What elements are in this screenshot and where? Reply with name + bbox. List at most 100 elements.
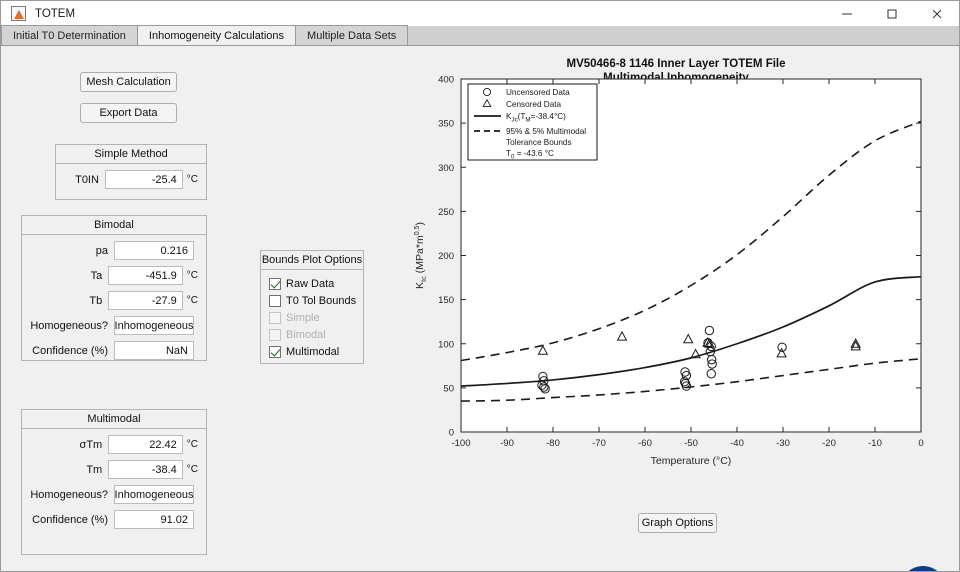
unit-t0in: °C <box>186 174 198 185</box>
checkbox-row-bimodal: Bimodal <box>269 326 357 343</box>
checkbox-row-t0-tol-bounds[interactable]: T0 Tol Bounds <box>269 292 357 309</box>
bimodal-title: Bimodal <box>22 216 206 235</box>
svg-text:50: 50 <box>443 383 454 394</box>
svg-text:-40: -40 <box>730 438 744 449</box>
label-multimodal: Multimodal <box>286 345 340 358</box>
label-tm: Tm <box>86 463 103 476</box>
unit-ta: °C <box>186 270 198 281</box>
main-content: Mesh Calculation Export Data Graph Optio… <box>1 47 959 571</box>
label-t0-tol-bounds: T0 Tol Bounds <box>286 294 357 307</box>
svg-text:-90: -90 <box>500 438 514 449</box>
svg-text:0: 0 <box>918 438 923 449</box>
window-controls <box>824 1 959 26</box>
input-t0in[interactable]: -25.4 <box>104 170 183 189</box>
svg-text:400: 400 <box>438 75 454 86</box>
field-row-multimodal-homogeneous: Homogeneous? Inhomogeneous <box>30 485 198 504</box>
svg-text:-100: -100 <box>451 438 470 449</box>
svg-text:-80: -80 <box>546 438 560 449</box>
input-tb[interactable]: -27.9 <box>108 291 183 310</box>
svg-text:-20: -20 <box>822 438 836 449</box>
svg-text:-30: -30 <box>776 438 790 449</box>
bimodal-body: pa 0.216 Ta -451.9 °C Tb -27.9 °C Homoge… <box>22 235 206 368</box>
simple-method-body: T0IN -25.4 °C <box>56 164 206 197</box>
svg-text:-10: -10 <box>868 438 882 449</box>
chart-plot-svg: -100 -90 -80 -70 -60 -50 -40 -30 -20 -10 005010015… <box>414 75 924 468</box>
svg-text:Uncensored Data: Uncensored Data <box>506 88 570 97</box>
nasa-meatball-logo: NASA <box>908 565 938 571</box>
svg-text:95% & 5% Multimodal: 95% & 5% Multimodal <box>506 127 586 136</box>
unit-tb: °C <box>186 295 198 306</box>
bounds-plot-options-panel: Bounds Plot Options Raw Data T0 Tol Boun… <box>260 250 364 364</box>
totem-application-window: TOTEM Initial T0 Determination Inhomogen… <box>0 0 960 572</box>
value-bimodal-confidence: NaN <box>114 341 194 360</box>
graph-options-button[interactable]: Graph Options <box>638 513 717 533</box>
totem-app-icon <box>11 6 26 21</box>
checkbox-t0-tol-bounds[interactable] <box>269 294 281 307</box>
multimodal-body: σTm 22.42 °C Tm -38.4 °C Homogeneous? In… <box>22 429 206 537</box>
label-bimodal-homogeneous: Homogeneous? <box>30 319 108 332</box>
maximize-icon[interactable] <box>869 1 914 26</box>
bounds-plot-options-body: Raw Data T0 Tol Bounds Simple Bimodal Mu… <box>261 270 363 365</box>
label-tb: Tb <box>89 294 103 307</box>
input-pa[interactable]: 0.216 <box>114 241 194 260</box>
export-data-button[interactable]: Export Data <box>80 103 177 123</box>
label-multimodal-confidence: Confidence (%) <box>32 513 108 526</box>
close-icon[interactable] <box>914 1 959 26</box>
value-multimodal-confidence: 91.02 <box>114 510 194 529</box>
label-sigma-tm: σTm <box>79 438 103 451</box>
simple-method-title: Simple Method <box>56 145 206 164</box>
label-t0in: T0IN <box>75 173 99 186</box>
checkbox-row-raw-data[interactable]: Raw Data <box>269 275 357 292</box>
unit-sigma-tm: °C <box>186 439 198 450</box>
field-row-bimodal-confidence: Confidence (%) NaN <box>30 341 198 360</box>
multimodal-panel: Multimodal σTm 22.42 °C Tm -38.4 °C Homo… <box>21 409 207 555</box>
field-row-pa: pa 0.216 <box>30 241 198 260</box>
mesh-calculation-button[interactable]: Mesh Calculation <box>80 72 177 92</box>
svg-text:Temperature (°C): Temperature (°C) <box>651 455 732 467</box>
bimodal-panel: Bimodal pa 0.216 Ta -451.9 °C Tb -27.9 °… <box>21 215 207 361</box>
svg-text:250: 250 <box>438 207 454 218</box>
value-bimodal-homogeneous: Inhomogeneous <box>114 316 194 335</box>
tab-multiple-data-sets[interactable]: Multiple Data Sets <box>296 25 409 45</box>
checkbox-row-multimodal[interactable]: Multimodal <box>269 343 357 360</box>
field-row-t0in: T0IN -25.4 °C <box>64 170 198 189</box>
field-row-multimodal-confidence: Confidence (%) 91.02 <box>30 510 198 529</box>
label-pa: pa <box>95 244 108 257</box>
title-bar: TOTEM <box>1 1 959 26</box>
label-bimodal: Bimodal <box>286 328 326 341</box>
svg-text:KIc (MPa*m0.5): KIc (MPa*m0.5) <box>414 222 428 289</box>
svg-text:0: 0 <box>449 428 454 439</box>
svg-text:150: 150 <box>438 295 454 306</box>
label-ta: Ta <box>90 269 103 282</box>
checkbox-raw-data[interactable] <box>269 277 281 290</box>
field-row-bimodal-homogeneous: Homogeneous? Inhomogeneous <box>30 316 198 335</box>
tab-bar: Initial T0 Determination Inhomogeneity C… <box>1 25 959 46</box>
input-ta[interactable]: -451.9 <box>108 266 183 285</box>
svg-text:-70: -70 <box>592 438 606 449</box>
checkbox-multimodal[interactable] <box>269 345 281 358</box>
svg-text:100: 100 <box>438 339 454 350</box>
input-sigma-tm[interactable]: 22.42 <box>108 435 183 454</box>
label-multimodal-homogeneous: Homogeneous? <box>30 488 108 501</box>
label-bimodal-confidence: Confidence (%) <box>32 344 108 357</box>
svg-text:350: 350 <box>438 119 454 130</box>
field-row-ta: Ta -451.9 °C <box>30 266 198 285</box>
multimodal-title: Multimodal <box>22 410 206 429</box>
tab-initial-t0-determination[interactable]: Initial T0 Determination <box>1 25 138 45</box>
bounds-plot-options-title: Bounds Plot Options <box>261 251 363 270</box>
svg-text:Tolerance Bounds: Tolerance Bounds <box>506 138 572 147</box>
minimize-icon[interactable] <box>824 1 869 26</box>
inhomogeneity-chart: MV50466-8 1146 Inner Layer TOTEM File Mu… <box>391 47 959 507</box>
svg-text:-50: -50 <box>684 438 698 449</box>
checkbox-bimodal <box>269 328 281 341</box>
field-row-sigma-tm: σTm 22.42 °C <box>30 435 198 454</box>
field-row-tb: Tb -27.9 °C <box>30 291 198 310</box>
tab-inhomogeneity-calculations[interactable]: Inhomogeneity Calculations <box>137 25 297 45</box>
field-row-tm: Tm -38.4 °C <box>30 460 198 479</box>
svg-text:200: 200 <box>438 251 454 262</box>
checkbox-simple <box>269 311 281 324</box>
svg-text:300: 300 <box>438 163 454 174</box>
input-tm[interactable]: -38.4 <box>108 460 183 479</box>
svg-text:Censored Data: Censored Data <box>506 100 562 109</box>
label-raw-data: Raw Data <box>286 277 335 290</box>
